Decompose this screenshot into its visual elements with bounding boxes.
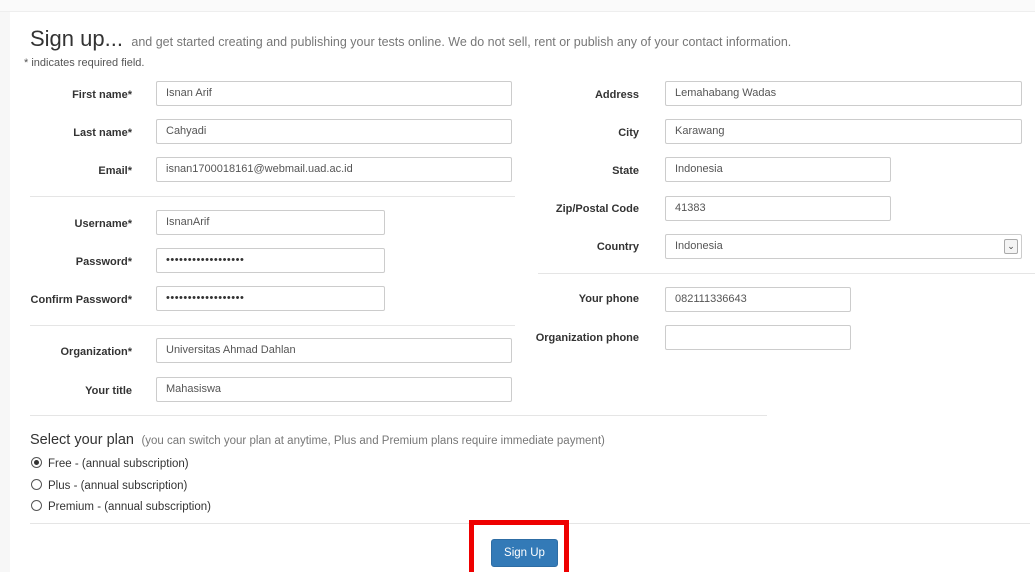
your-title-field[interactable]: Mahasiswa (156, 377, 512, 402)
state-label: State (612, 165, 639, 177)
plan-option-label: Premium - (annual subscription) (48, 501, 211, 513)
email-label: Email* (98, 165, 132, 177)
page-subtitle: and get started creating and publishing … (131, 35, 792, 49)
state-field[interactable]: Indonesia (665, 157, 891, 182)
organization-phone-field[interactable] (665, 325, 851, 350)
city-label: City (618, 127, 639, 139)
plan-option-plus[interactable]: Plus - (annual subscription) (31, 479, 187, 492)
chevron-down-icon[interactable]: ⌄ (1004, 239, 1018, 254)
plan-option-label: Plus - (annual subscription) (48, 480, 188, 492)
first-name-field[interactable]: Isnan Arif (156, 81, 512, 106)
plan-option-free[interactable]: Free - (annual subscription) (31, 457, 189, 470)
left-page-margin (0, 12, 10, 572)
plan-option-label: Free - (annual subscription) (48, 458, 189, 470)
required-field-note: * indicates required field. (24, 57, 145, 69)
your-phone-label: Your phone (578, 293, 639, 305)
country-select[interactable]: Indonesia ⌄ (665, 234, 1022, 259)
address-field[interactable]: Lemahabang Wadas (665, 81, 1022, 106)
section-divider (30, 196, 515, 197)
top-border (0, 0, 1035, 12)
city-field[interactable]: Karawang (665, 119, 1022, 144)
organization-phone-label: Organization phone (535, 332, 639, 344)
last-name-field[interactable]: Cahyadi (156, 119, 512, 144)
country-select-value: Indonesia (675, 240, 723, 252)
section-divider (30, 415, 767, 416)
section-divider (30, 325, 515, 326)
zip-field[interactable]: 41383 (665, 196, 891, 221)
email-field[interactable]: isnan1700018161@webmail.uad.ac.id (156, 157, 512, 182)
confirm-password-label: Confirm Password* (30, 294, 132, 306)
last-name-label: Last name* (73, 127, 132, 139)
your-phone-field[interactable]: 082111336643 (665, 287, 851, 312)
organization-label: Organization* (60, 346, 132, 358)
radio-unchecked-icon[interactable] (31, 479, 42, 490)
confirm-password-field[interactable]: •••••••••••••••••• (156, 286, 385, 311)
page-heading: Sign up... and get started creating and … (30, 26, 791, 52)
country-label: Country (596, 241, 639, 253)
username-field[interactable]: IsnanArif (156, 210, 385, 235)
plan-note: (you can switch your plan at anytime, Pl… (141, 435, 605, 447)
radio-checked-icon[interactable] (31, 457, 42, 468)
plan-option-premium[interactable]: Premium - (annual subscription) (31, 500, 211, 513)
password-field[interactable]: •••••••••••••••••• (156, 248, 385, 273)
zip-label: Zip/Postal Code (555, 203, 639, 215)
sign-up-button[interactable]: Sign Up (491, 539, 558, 567)
page-title: Sign up... (30, 26, 123, 51)
username-label: Username* (74, 218, 132, 230)
radio-unchecked-icon[interactable] (31, 500, 42, 511)
section-divider (538, 273, 1035, 274)
address-label: Address (594, 89, 639, 101)
organization-field[interactable]: Universitas Ahmad Dahlan (156, 338, 512, 363)
your-title-label: Your title (85, 385, 132, 397)
first-name-label: First name* (72, 89, 132, 101)
password-label: Password* (75, 256, 132, 268)
plan-section-heading: Select your plan (you can switch your pl… (30, 431, 605, 449)
plan-title: Select your plan (30, 432, 134, 448)
